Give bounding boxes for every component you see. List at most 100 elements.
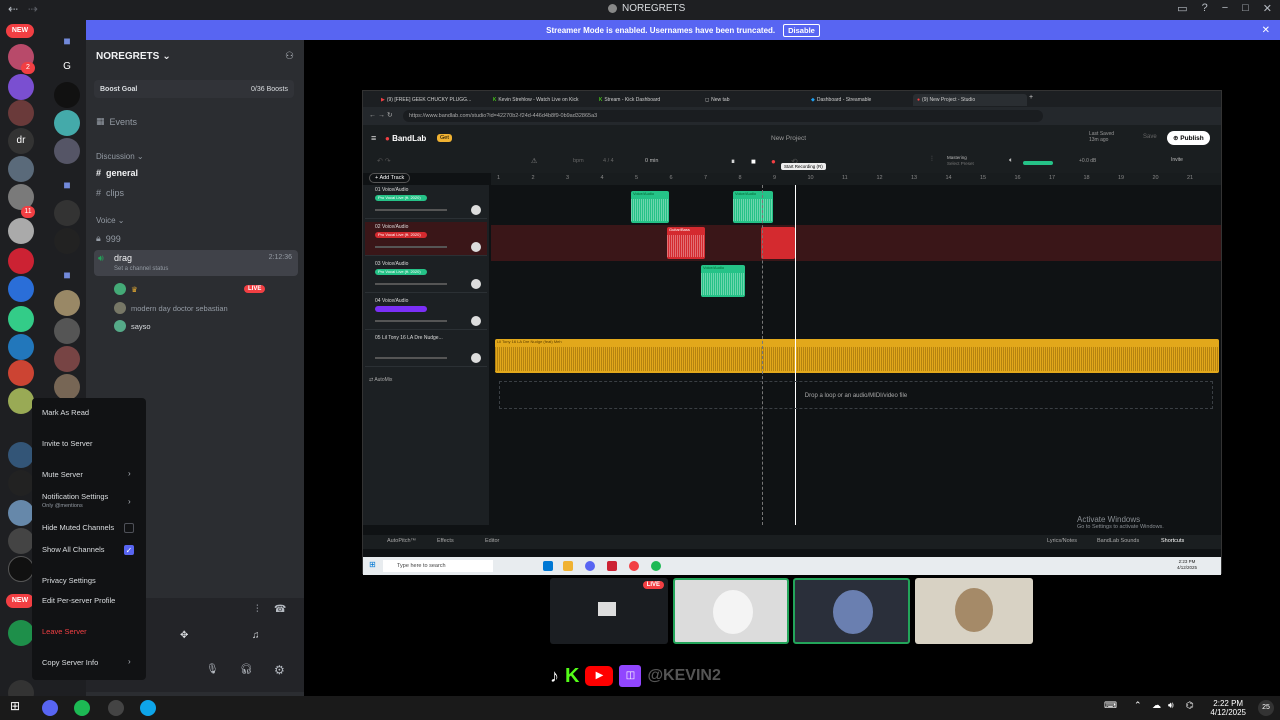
server-icon[interactable] — [8, 388, 34, 414]
voice-member[interactable]: sayso — [114, 320, 151, 332]
track-pan-knob[interactable] — [471, 205, 481, 215]
network-icon[interactable]: ☁ — [1152, 700, 1161, 711]
server-icon[interactable] — [54, 346, 80, 372]
project-title[interactable]: New Project — [771, 135, 806, 142]
track-lane[interactable]: Guitar/Bass — [491, 225, 1221, 261]
voice-channel-999[interactable]: 🔒︎ 999 — [96, 233, 121, 244]
server-icon[interactable] — [54, 374, 80, 400]
bandlab-logo[interactable]: ● BandLab — [385, 134, 426, 143]
notification-badge[interactable]: 25 — [1258, 700, 1274, 716]
metronome-icon[interactable]: ⚠ — [531, 157, 537, 165]
discord-icon[interactable] — [585, 561, 595, 571]
server-icon[interactable] — [54, 290, 80, 316]
tray-chevron-icon[interactable]: ⌃ — [1134, 700, 1142, 711]
obs-icon[interactable] — [607, 561, 617, 571]
add-track-button[interactable]: + Add Track — [369, 173, 411, 183]
master-volume-slider[interactable] — [1023, 161, 1053, 165]
address-bar[interactable]: https://www.bandlab.com/studio?id=42270b… — [403, 110, 1043, 122]
drop-zone[interactable]: Drop a loop or an audio/MIDI/video file — [499, 381, 1213, 409]
effects-button[interactable]: Effects — [437, 538, 454, 544]
timeline-ruler[interactable]: 1 2 3 4 5 6 7 8 9 10 11 12 13 14 15 16 17 18 19 20 21 — [491, 173, 1221, 185]
track-volume-slider[interactable] — [375, 283, 447, 285]
browser-tab[interactable]: K Kevin Strehlow - Watch Live on Kick — [489, 94, 595, 106]
invite-button[interactable]: Invite — [1171, 157, 1183, 163]
track-volume-slider[interactable] — [375, 357, 447, 359]
browser-tab[interactable]: K Stream - Kick Dashboard — [595, 94, 701, 106]
folder-icon[interactable]: ■ — [54, 262, 80, 288]
folder-icon[interactable]: ■ — [54, 172, 80, 198]
server-icon[interactable] — [8, 218, 34, 244]
track-pan-knob[interactable] — [471, 242, 481, 252]
server-icon[interactable] — [8, 528, 34, 554]
bpm-field[interactable]: bpm — [573, 158, 584, 164]
track-pan-knob[interactable] — [471, 353, 481, 363]
track-header[interactable]: 05 Lil Tony 16 LA Dre Nudge... — [365, 333, 487, 367]
events-row[interactable]: ▦ Events — [96, 116, 137, 127]
menu-leave-server[interactable]: Leave Server — [42, 627, 87, 636]
undo-redo-icon[interactable]: ↶ ↷ — [377, 157, 391, 165]
soundboard-button-icon[interactable]: ♫ — [252, 630, 260, 641]
server-icon[interactable] — [54, 82, 80, 108]
checkbox-show-all[interactable]: ✓ — [124, 545, 134, 555]
edge-icon[interactable] — [543, 561, 553, 571]
mastering-selector[interactable]: Mastering Select Preset — [947, 155, 974, 167]
track-volume-slider[interactable] — [375, 246, 447, 248]
track-fx-pill[interactable]: Pro Vocal Live (ft. 2020) — [375, 195, 427, 201]
automix-track[interactable]: ⇄ AutoMix — [369, 377, 392, 383]
server-icon[interactable] — [54, 110, 80, 136]
voice-member[interactable]: ♛ LIVE — [114, 283, 266, 295]
audio-clip[interactable]: Voice/Audio — [631, 191, 669, 223]
server-icon[interactable] — [8, 470, 34, 496]
track-pan-knob[interactable] — [471, 316, 481, 326]
folder-icon[interactable] — [563, 561, 573, 571]
help-icon[interactable]: ? — [1202, 2, 1208, 15]
menu-invite-to-server[interactable]: Invite to Server — [42, 439, 92, 448]
activities-icon[interactable]: ✥ — [180, 630, 188, 641]
audio-clip[interactable]: Voice/Audio — [733, 191, 773, 223]
boost-goal[interactable]: Boost Goal 0/36 Boosts — [94, 80, 294, 98]
track-header[interactable]: 04 Voice/Audio — [365, 296, 487, 330]
chrome-icon[interactable] — [629, 561, 639, 571]
nav-buttons-icon[interactable]: ← → ↻ — [369, 111, 393, 119]
close-banner-icon[interactable]: ✕ — [1262, 25, 1270, 36]
mixer-icon[interactable]: ⫶ — [931, 156, 933, 164]
maximize-icon[interactable]: □ — [1242, 2, 1249, 15]
server-icon[interactable] — [8, 248, 34, 274]
track-lane[interactable]: Voice/Audio Voice/Audio — [491, 187, 1221, 223]
windows-start-icon[interactable]: ⊞ — [369, 560, 376, 569]
server-header[interactable]: NOREGRETS ⌄ ⚇ — [86, 40, 304, 72]
soundboard-icon[interactable]: ⫶ — [256, 604, 259, 615]
camera-feed[interactable] — [793, 578, 910, 644]
bandlab-sounds-button[interactable]: BandLab Sounds — [1097, 538, 1139, 544]
spotify-icon[interactable] — [651, 561, 661, 571]
recording-clip[interactable] — [761, 227, 795, 259]
volume-icon[interactable]: 🔊︎ — [1168, 700, 1174, 711]
keyboard-icon[interactable]: ⌨ — [1104, 700, 1117, 711]
server-icon[interactable]: dr — [8, 128, 34, 154]
server-icon[interactable]: G — [54, 54, 80, 80]
browser-tab[interactable]: ◆ Dashboard - Streamable — [807, 94, 913, 106]
browser-tab-active[interactable]: ● (9) New Project - Studio — [913, 94, 1027, 106]
track-lane[interactable] — [491, 301, 1221, 337]
lyrics-notes-button[interactable]: Lyrics/Notes — [1047, 538, 1077, 544]
audio-clip[interactable]: Lil Tony 16 LA Dre Nudge (feat) Meh — [495, 339, 1219, 373]
server-icon[interactable] — [8, 306, 34, 332]
server-icon[interactable] — [8, 442, 34, 468]
server-icon[interactable] — [54, 200, 80, 226]
server-icon[interactable] — [8, 334, 34, 360]
server-icon[interactable] — [8, 156, 34, 182]
track-header[interactable]: 03 Voice/Audio Pro Vocal Live (ft. 2020) — [365, 259, 487, 293]
track-header[interactable]: 02 Voice/Audio Pro Vocal Live (ft. 2020) — [365, 222, 487, 256]
obs-icon[interactable] — [108, 700, 124, 716]
edge-icon[interactable] — [140, 700, 156, 716]
track-fx-pill[interactable]: Pro Vocal Live (ft. 2020) — [375, 269, 427, 275]
channel-clips[interactable]: # clips — [96, 188, 124, 198]
category-voice[interactable]: Voice ⌄ — [96, 216, 125, 225]
browser-tab[interactable]: ◻ New tab — [701, 94, 807, 106]
server-icon[interactable] — [8, 276, 34, 302]
autopitch-button[interactable]: AutoPitch™ — [387, 538, 416, 544]
hamburger-menu-icon[interactable]: ≡ — [371, 133, 376, 143]
menu-privacy-settings[interactable]: Privacy Settings — [42, 576, 96, 585]
explore-icon[interactable] — [8, 620, 34, 646]
server-icon[interactable] — [8, 360, 34, 386]
